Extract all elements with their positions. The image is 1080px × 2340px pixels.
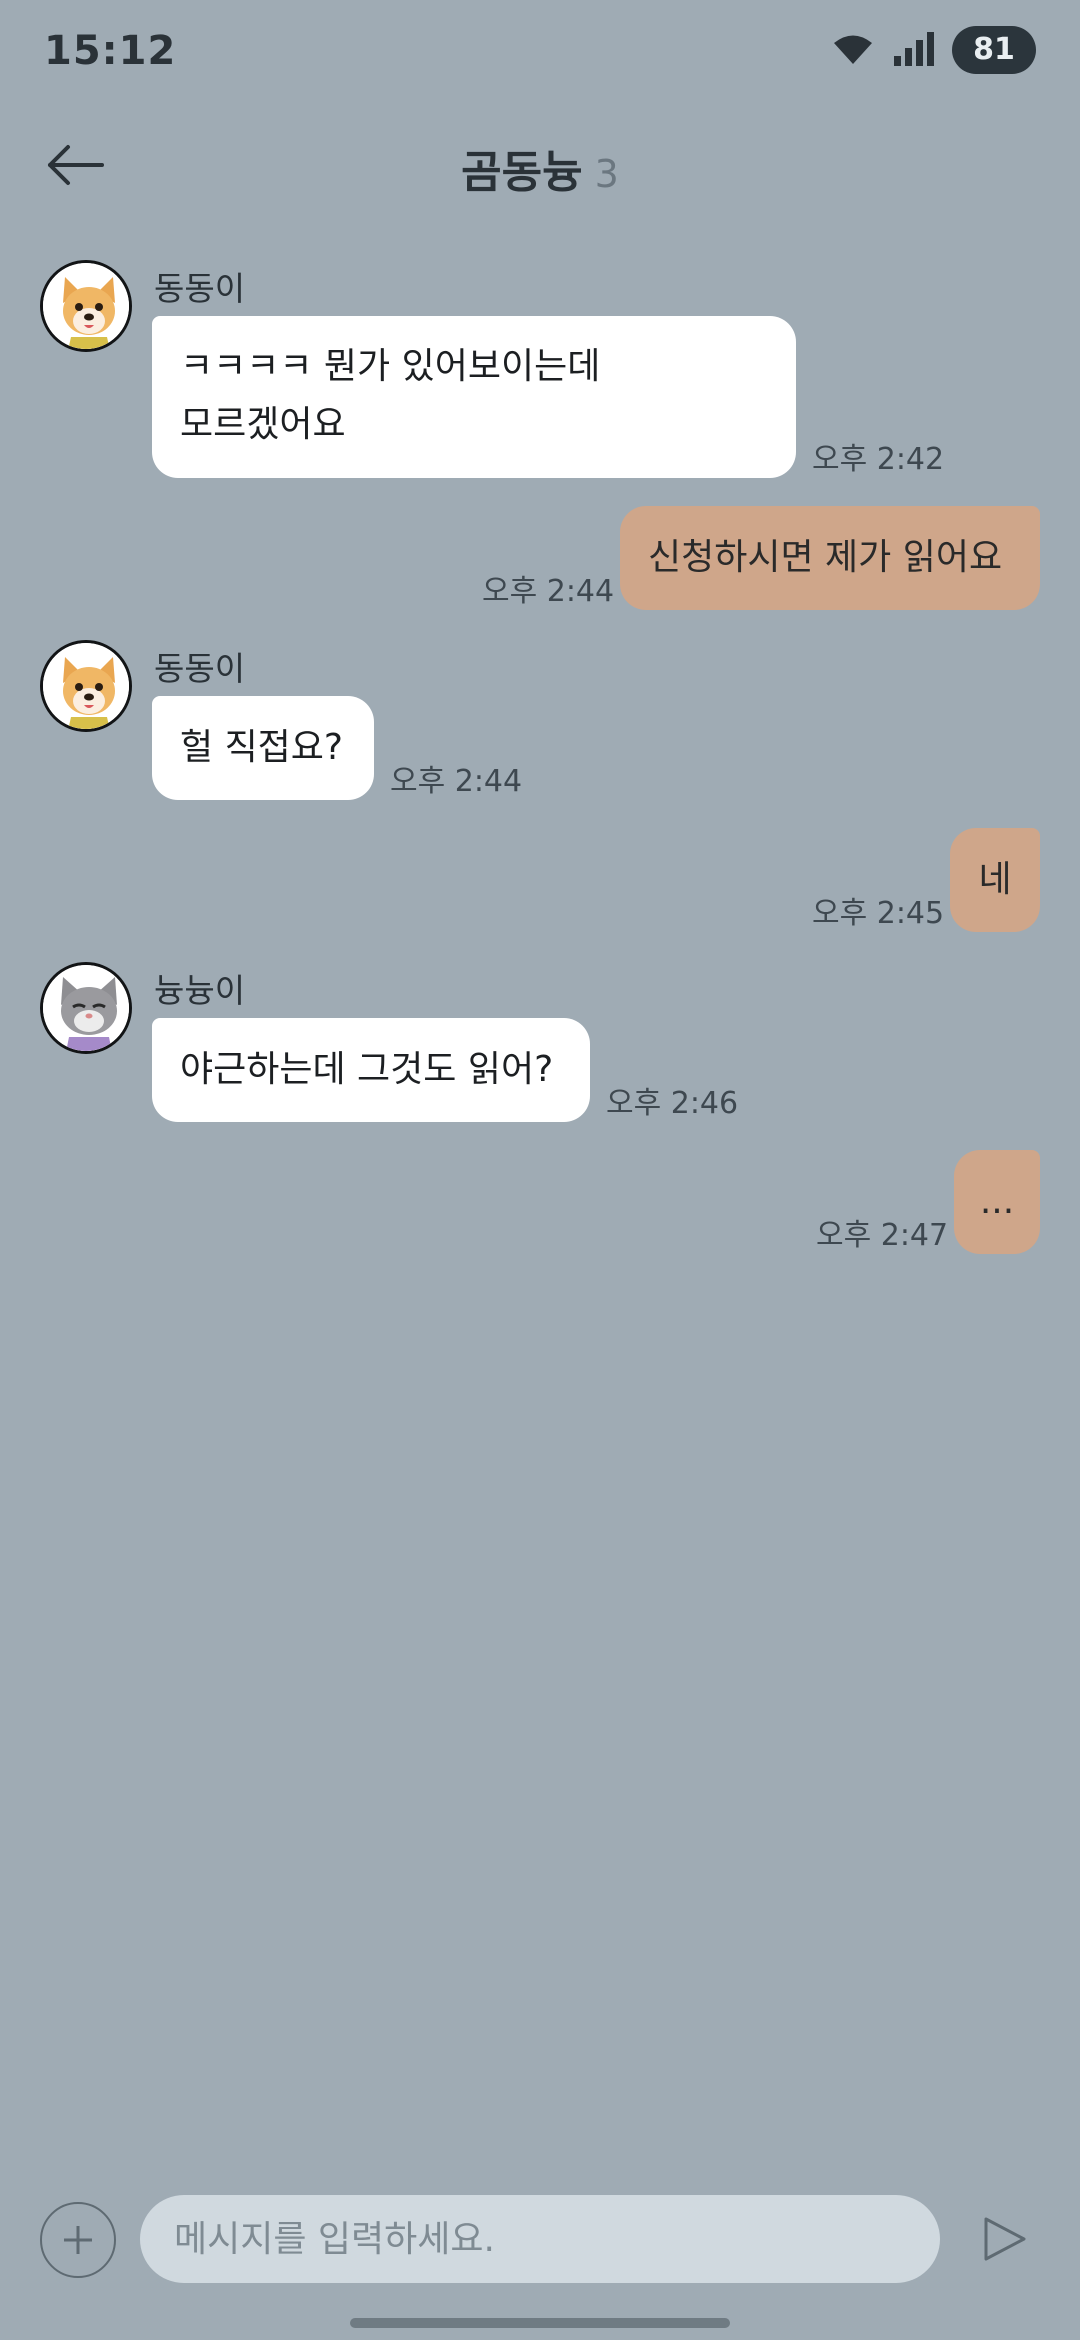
sender-name: 늉늉이 bbox=[154, 971, 246, 1010]
message-timestamp: 오후 2:42 bbox=[812, 442, 945, 477]
message-bubble-outgoing[interactable]: ... bbox=[954, 1150, 1040, 1254]
home-indicator[interactable] bbox=[350, 2318, 730, 2328]
message-bubble-incoming[interactable]: ㅋㅋㅋㅋ 뭔가 있어보이는데 모르겠어요 bbox=[152, 316, 796, 478]
chat-screen: 15:12 81 곰동늉 3 동동이 ㅋㅋㅋㅋ 뭔가 있어보이는데 모르겠어요 … bbox=[0, 0, 1080, 2340]
battery-indicator: 81 bbox=[952, 26, 1036, 74]
add-attachment-button[interactable] bbox=[40, 2202, 116, 2278]
message-text: ... bbox=[979, 1181, 1015, 1222]
sender-avatar-dog[interactable] bbox=[40, 640, 132, 732]
status-time: 15:12 bbox=[44, 28, 177, 74]
message-text: 야근하는데 그것도 읽어? bbox=[180, 1049, 554, 1090]
status-bar: 15:12 81 bbox=[0, 0, 1080, 100]
message-text-line: ㅋㅋㅋㅋ 뭔가 있어보이는데 bbox=[180, 346, 601, 387]
message-text: ㅋㅋㅋㅋ 뭔가 있어보이는데 모르겠어요 bbox=[180, 338, 600, 454]
wifi-icon bbox=[834, 35, 872, 64]
message-text-line: 모르겠어요 bbox=[180, 404, 346, 445]
message-timestamp: 오후 2:46 bbox=[606, 1086, 739, 1121]
chat-title-group: 곰동늉 3 bbox=[0, 136, 1080, 200]
send-icon[interactable] bbox=[980, 2214, 1028, 2264]
message-input[interactable] bbox=[140, 2195, 940, 2283]
sender-avatar-dog[interactable] bbox=[40, 260, 132, 352]
dog-avatar-icon bbox=[43, 643, 129, 729]
message-timestamp: 오후 2:45 bbox=[812, 896, 945, 931]
chat-header: 곰동늉 3 bbox=[0, 110, 1080, 220]
message-text: 네 bbox=[978, 859, 1012, 900]
message-bubble-outgoing[interactable]: 신청하시면 제가 읽어요 bbox=[620, 506, 1040, 610]
cat-avatar-icon bbox=[43, 965, 129, 1051]
message-bubble-incoming[interactable]: 헐 직접요? bbox=[152, 696, 374, 800]
message-timestamp: 오후 2:47 bbox=[816, 1218, 949, 1253]
message-timestamp: 오후 2:44 bbox=[390, 764, 523, 799]
message-text: 헐 직접요? bbox=[180, 727, 344, 768]
dog-avatar-icon bbox=[43, 263, 129, 349]
chat-title: 곰동늉 bbox=[461, 147, 583, 198]
message-bubble-incoming[interactable]: 야근하는데 그것도 읽어? bbox=[152, 1018, 590, 1122]
message-text: 신청하시면 제가 읽어요 bbox=[648, 537, 1003, 578]
signal-icon bbox=[894, 32, 934, 66]
sender-name: 동동이 bbox=[154, 649, 246, 688]
member-count: 3 bbox=[594, 152, 619, 196]
message-bubble-outgoing[interactable]: 네 bbox=[950, 828, 1040, 932]
sender-name: 동동이 bbox=[154, 269, 246, 308]
sender-avatar-cat[interactable] bbox=[40, 962, 132, 1054]
message-timestamp: 오후 2:44 bbox=[482, 574, 615, 609]
